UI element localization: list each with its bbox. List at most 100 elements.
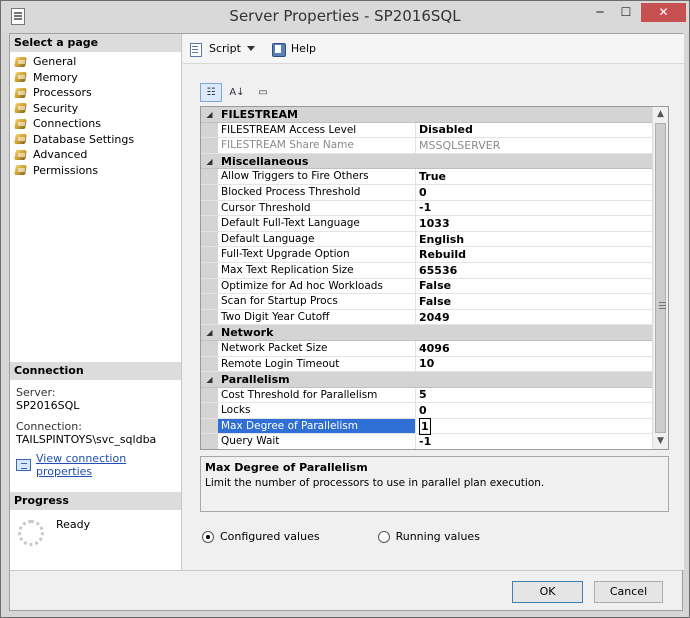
property-value[interactable]: False — [416, 294, 653, 309]
property-row[interactable]: Network Packet Size 4096 — [201, 340, 653, 357]
property-row[interactable]: Default Language English — [201, 231, 653, 248]
collapse-icon[interactable]: ◢ — [201, 375, 218, 384]
property-name: Scan for Startup Procs — [218, 294, 416, 309]
script-label: Script — [209, 42, 241, 55]
category-name: Parallelism — [221, 372, 290, 386]
row-gutter — [201, 340, 218, 356]
row-gutter — [201, 122, 218, 138]
row-gutter — [201, 309, 218, 325]
property-row[interactable]: FILESTREAM Share Name MSSQLSERVER — [201, 138, 653, 154]
page-item-database-settings[interactable]: Database Settings — [14, 132, 177, 148]
page-item-permissions[interactable]: Permissions — [14, 163, 177, 179]
view-connection-properties-link[interactable]: View connection properties — [16, 452, 175, 478]
property-value-editor[interactable]: 1 — [419, 417, 431, 435]
property-row[interactable]: Allow Triggers to Fire Others True — [201, 169, 653, 185]
property-row[interactable]: Remote Login Timeout 10 — [201, 356, 653, 373]
ok-button[interactable]: OK — [512, 581, 583, 603]
help-button[interactable]: Help — [271, 42, 316, 57]
property-value[interactable]: Rebuild — [416, 247, 653, 262]
property-row[interactable]: Two Digit Year Cutoff 2049 — [201, 309, 653, 326]
maximize-button[interactable]: ☐ — [613, 3, 639, 22]
property-value[interactable]: 5 — [416, 387, 653, 402]
property-value[interactable]: 10 — [416, 356, 653, 371]
property-row[interactable]: FILESTREAM Access Level Disabled — [201, 122, 653, 139]
category-row[interactable]: ◢ Parallelism — [201, 372, 653, 388]
property-name: Two Digit Year Cutoff — [218, 309, 416, 325]
categorized-view-icon[interactable]: ☷ — [200, 83, 222, 102]
row-gutter — [201, 294, 218, 309]
property-value[interactable]: Disabled — [416, 122, 653, 137]
row-gutter — [201, 247, 218, 262]
close-button[interactable]: ✕ — [641, 3, 686, 22]
property-name: Query Wait — [218, 434, 416, 449]
property-row[interactable]: Locks 0 — [201, 403, 653, 419]
property-value[interactable]: False — [416, 278, 653, 293]
scroll-up-icon[interactable]: ▲ — [653, 107, 668, 122]
category-name: Miscellaneous — [221, 154, 309, 168]
property-row[interactable]: Max Text Replication Size 65536 — [201, 262, 653, 279]
page-item-security[interactable]: Security — [14, 101, 177, 117]
running-values-radio[interactable]: Running values — [377, 530, 480, 543]
property-pages-icon[interactable]: ▭ — [252, 83, 274, 102]
property-row[interactable]: Default Full-Text Language 1033 — [201, 216, 653, 232]
cancel-button[interactable]: Cancel — [594, 581, 663, 603]
scroll-thumb[interactable] — [655, 123, 666, 433]
minimize-button[interactable]: ─ — [587, 3, 613, 22]
property-description-panel: Max Degree of Parallelism Limit the numb… — [200, 456, 669, 512]
row-gutter — [201, 387, 218, 403]
property-row[interactable]: Cost Threshold for Parallelism 5 — [201, 387, 653, 404]
connection-label: Connection: — [16, 420, 82, 433]
page-item-label: Connections — [33, 117, 101, 131]
row-gutter — [201, 278, 218, 294]
property-value[interactable]: 0 — [416, 185, 653, 200]
connection-section: Connection Server: SP2016SQL Connection:… — [10, 362, 181, 484]
property-name: Optimize for Ad hoc Workloads — [218, 278, 416, 294]
property-value[interactable]: 2049 — [416, 310, 653, 325]
property-value[interactable]: 0 — [416, 403, 653, 418]
page-item-memory[interactable]: Memory — [14, 70, 177, 86]
script-dropdown-icon[interactable] — [246, 46, 255, 51]
server-properties-window: Server Properties - SP2016SQL ─ ☐ ✕ Sele… — [0, 0, 690, 618]
configured-radio-indicator[interactable] — [202, 530, 214, 543]
collapse-icon[interactable]: ◢ — [201, 157, 218, 166]
property-value[interactable]: True — [416, 169, 653, 184]
category-row[interactable]: ◢ Miscellaneous — [201, 153, 653, 170]
property-value[interactable]: -1 — [416, 434, 653, 449]
scroll-down-icon[interactable]: ▼ — [653, 434, 668, 449]
property-value[interactable]: 1033 — [416, 216, 653, 231]
property-value[interactable]: MSSQLSERVER — [416, 138, 653, 153]
property-row[interactable]: Query Wait -1 — [201, 434, 653, 449]
property-value[interactable]: 1 — [416, 417, 653, 435]
property-row[interactable]: Cursor Threshold -1 — [201, 200, 653, 217]
category-row[interactable]: ◢ FILESTREAM — [201, 107, 653, 123]
page-item-advanced[interactable]: Advanced — [14, 147, 177, 163]
property-row[interactable]: Optimize for Ad hoc Workloads False — [201, 278, 653, 295]
property-row[interactable]: Full-Text Upgrade Option Rebuild — [201, 247, 653, 263]
collapse-icon[interactable]: ◢ — [201, 110, 218, 119]
running-radio-indicator[interactable] — [377, 530, 390, 543]
collapse-icon[interactable]: ◢ — [201, 328, 218, 337]
property-value[interactable]: 4096 — [416, 341, 653, 356]
category-row[interactable]: ◢ Network — [201, 325, 653, 341]
row-gutter — [201, 169, 218, 184]
page-item-general[interactable]: General — [14, 54, 177, 70]
property-row[interactable]: Scan for Startup Procs False — [201, 294, 653, 310]
configured-values-radio[interactable]: Configured values — [202, 530, 320, 543]
property-grid-scrollbar[interactable]: ▲ ▼ — [652, 107, 668, 449]
alphabetical-sort-icon[interactable]: A↓ — [226, 83, 248, 102]
script-button[interactable]: Script — [189, 42, 255, 57]
property-row[interactable]: Max Degree of Parallelism 1 — [201, 417, 653, 435]
description-text: Limit the number of processors to use in… — [205, 477, 545, 489]
property-value[interactable]: English — [416, 232, 653, 247]
configured-values-label: Configured values — [220, 530, 320, 543]
row-gutter — [201, 434, 218, 449]
property-name: FILESTREAM Access Level — [218, 122, 416, 138]
window-title: Server Properties - SP2016SQL — [229, 7, 461, 25]
page-item-processors[interactable]: Processors — [14, 85, 177, 101]
page-item-label: Processors — [33, 86, 92, 100]
page-item-connections[interactable]: Connections — [14, 116, 177, 132]
property-value[interactable]: 65536 — [416, 263, 653, 278]
row-gutter — [201, 138, 218, 153]
property-row[interactable]: Blocked Process Threshold 0 — [201, 184, 653, 201]
property-value[interactable]: -1 — [416, 200, 653, 215]
